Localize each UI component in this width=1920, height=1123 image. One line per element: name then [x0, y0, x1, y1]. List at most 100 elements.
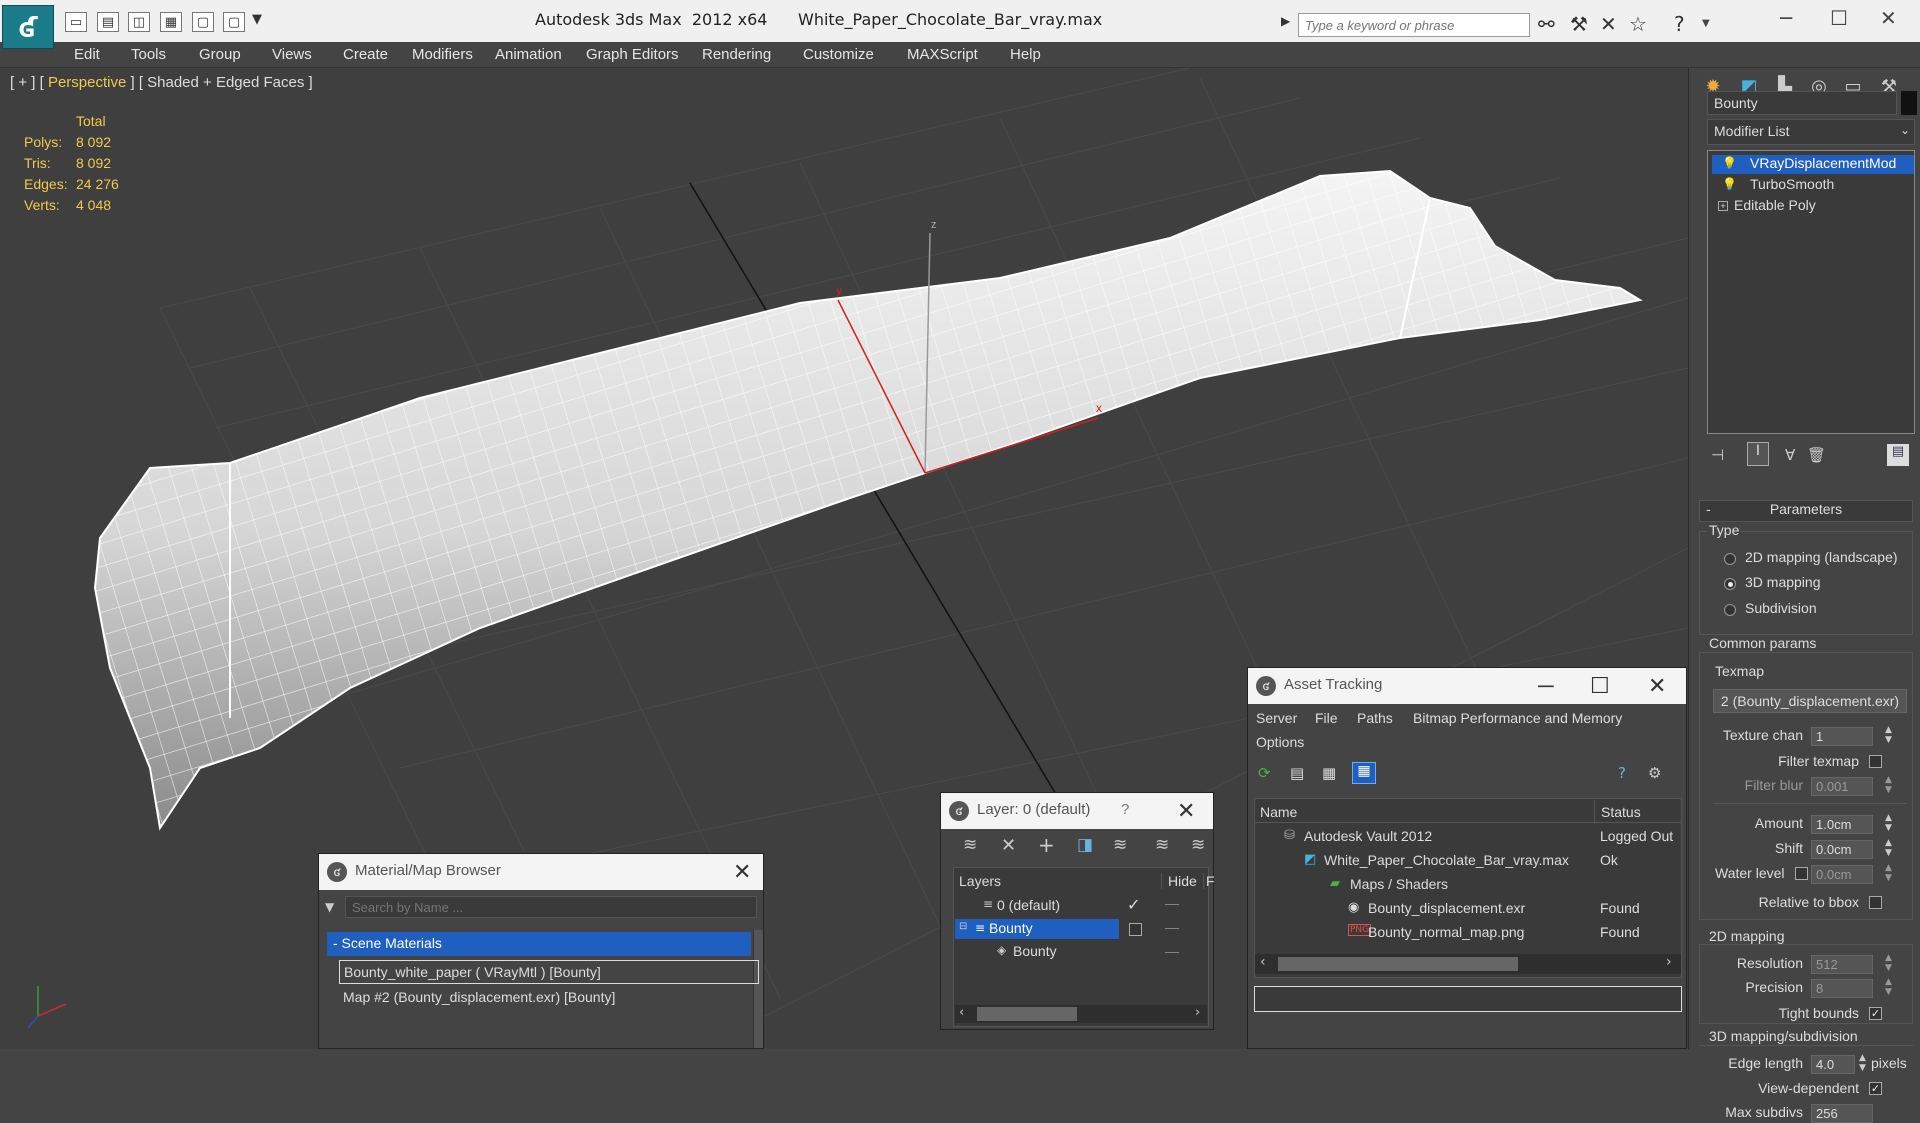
menu-edit[interactable]: Edit: [74, 46, 100, 63]
object-row-bounty[interactable]: Bounty: [1013, 943, 1057, 959]
configure-modifier-sets-icon[interactable]: ▤: [1887, 444, 1909, 466]
lightbulb-icon[interactable]: 💡: [1722, 177, 1737, 191]
close-icon[interactable]: ✕: [1177, 798, 1195, 824]
asset-tracking-titlebar[interactable]: ʛ Asset Tracking ─ ☐ ✕: [1248, 668, 1686, 704]
freeze-all-icon[interactable]: ≋: [1191, 835, 1205, 855]
asset-row-maps-shaders[interactable]: Maps / Shaders: [1350, 876, 1448, 892]
search-input[interactable]: [1298, 13, 1530, 37]
spinner-arrows-icon[interactable]: ▲ ▼: [1885, 775, 1892, 795]
communication-icon[interactable]: ✕: [1600, 12, 1617, 36]
option-subdivision-label[interactable]: Subdivision: [1745, 600, 1817, 616]
menu-graph-editors[interactable]: Graph Editors: [586, 46, 679, 63]
settings-help-icon[interactable]: ⚙: [1648, 764, 1661, 782]
binoculars-icon[interactable]: ⚯: [1538, 12, 1555, 36]
menu-animation[interactable]: Animation: [495, 46, 562, 63]
scrollbar-thumb[interactable]: [1278, 957, 1518, 971]
texmap-button[interactable]: 2 (Bounty_displacement.exr): [1713, 689, 1907, 713]
asset-row-normal-map-png[interactable]: Bounty_normal_map.png: [1368, 924, 1524, 940]
remove-modifier-icon[interactable]: 🗑: [1807, 446, 1826, 464]
material-browser-titlebar[interactable]: ʛ Material/Map Browser ✕: [319, 854, 763, 890]
select-objects-icon[interactable]: ◨: [1077, 835, 1093, 855]
asset-status-column-header[interactable]: Status: [1594, 800, 1641, 824]
stack-item-editable-poly[interactable]: + Editable Poly: [1712, 197, 1914, 216]
viewport-view-name[interactable]: Perspective: [48, 74, 126, 91]
tree-view-icon[interactable]: ▦: [1322, 764, 1336, 782]
asset-menu-server[interactable]: Server: [1256, 710, 1297, 726]
menu-group[interactable]: Group: [199, 46, 241, 63]
stack-item-turbosmooth[interactable]: 💡 TurboSmooth: [1712, 176, 1914, 195]
help-icon[interactable]: ?: [1674, 12, 1685, 36]
quick-access-dropdown-icon[interactable]: ▼: [252, 12, 262, 27]
hide-column-header[interactable]: Hide: [1161, 873, 1203, 889]
stack-item-vraydisplacementmod[interactable]: 💡 VRayDisplacementMod: [1712, 155, 1914, 174]
save-file-icon[interactable]: ◫: [128, 12, 150, 32]
asset-row-max-file[interactable]: White_Paper_Chocolate_Bar_vray.max: [1324, 852, 1569, 868]
viewport-label[interactable]: [ + ] [ Perspective ] [ Shaded + Edged F…: [10, 74, 313, 91]
app-logo-icon[interactable]: ʛ: [2, 5, 54, 49]
lightbulb-icon[interactable]: 💡: [1722, 156, 1737, 170]
relative-bbox-checkbox[interactable]: [1869, 896, 1882, 909]
spinner-arrows-icon[interactable]: ▲ ▼: [1885, 977, 1892, 997]
refresh-icon[interactable]: ⟳: [1258, 764, 1271, 782]
scroll-right-icon[interactable]: ›: [1666, 954, 1672, 970]
asset-path-field[interactable]: [1254, 986, 1682, 1012]
object-name-field[interactable]: [1707, 91, 1897, 115]
water-level-spinner[interactable]: 0.0cm: [1811, 865, 1873, 884]
precision-spinner[interactable]: 8: [1811, 979, 1873, 998]
open-file-icon[interactable]: ▤: [97, 12, 119, 32]
max-subdivs-spinner[interactable]: 256: [1811, 1104, 1873, 1123]
menu-maxscript[interactable]: MAXScript: [907, 46, 978, 63]
hide-toggle[interactable]: —: [1165, 895, 1179, 911]
expand-plus-icon[interactable]: +: [1718, 201, 1728, 211]
spinner-arrows-icon[interactable]: ▲ ▼: [1885, 838, 1892, 858]
shift-spinner[interactable]: 0.0cm: [1811, 840, 1873, 859]
close-icon[interactable]: ✕: [1880, 6, 1897, 30]
delete-layer-icon[interactable]: ✕: [1001, 835, 1016, 856]
filter-blur-spinner[interactable]: 0.001: [1811, 777, 1873, 796]
filter-texmap-checkbox[interactable]: [1869, 755, 1882, 768]
hide-toggle[interactable]: —: [1165, 943, 1179, 959]
radio-3d-mapping[interactable]: [1724, 578, 1736, 590]
active-layer-checkmark-icon[interactable]: ✓: [1127, 895, 1140, 915]
option-2d-mapping-label[interactable]: 2D mapping (landscape): [1745, 549, 1898, 565]
menu-rendering[interactable]: Rendering: [702, 46, 771, 63]
help-icon[interactable]: ?: [1618, 764, 1626, 782]
viewport-shading-mode[interactable]: ] [ Shaded + Edged Faces ]: [126, 74, 312, 91]
material-item-bounty-white-paper[interactable]: Bounty_white_paper ( VRayMtl ) [Bounty]: [339, 960, 759, 984]
close-icon[interactable]: ✕: [733, 859, 751, 885]
layers-column-header[interactable]: Layers: [959, 873, 1001, 889]
undo-icon[interactable]: ▦: [160, 12, 182, 32]
texture-chan-spinner[interactable]: 1: [1811, 727, 1873, 746]
option-3d-mapping-label[interactable]: 3D mapping: [1745, 574, 1821, 590]
object-color-swatch[interactable]: [1901, 91, 1917, 115]
search-expand-icon[interactable]: ▶: [1281, 14, 1290, 28]
tight-bounds-checkbox[interactable]: ✓: [1869, 1007, 1882, 1020]
modifier-list-dropdown[interactable]: Modifier List ⌄: [1707, 119, 1915, 145]
create-layer-icon[interactable]: ≋: [963, 835, 977, 855]
spinner-arrows-icon[interactable]: ▲ ▼: [1885, 863, 1892, 883]
new-file-icon[interactable]: ▭: [65, 12, 87, 32]
scrollbar-thumb[interactable]: [977, 1007, 1077, 1021]
list-view-icon[interactable]: ▤: [1290, 764, 1304, 782]
asset-menu-bitmap-performance[interactable]: Bitmap Performance and Memory: [1413, 710, 1622, 726]
asset-menu-options[interactable]: Options: [1256, 734, 1304, 750]
make-unique-icon[interactable]: ∀: [1785, 446, 1795, 464]
menu-tools[interactable]: Tools: [131, 46, 166, 63]
layer-row-bounty[interactable]: Bounty: [989, 920, 1033, 936]
resolution-spinner[interactable]: 512: [1811, 955, 1873, 974]
asset-name-column-header[interactable]: Name: [1260, 804, 1297, 820]
close-icon[interactable]: ✕: [1648, 673, 1666, 699]
freeze-column-header[interactable]: F: [1203, 873, 1215, 889]
show-end-result-icon[interactable]: I: [1747, 442, 1769, 466]
view-dependent-checkbox[interactable]: ✓: [1869, 1082, 1882, 1095]
menu-modifiers[interactable]: Modifiers: [412, 46, 473, 63]
minimize-icon[interactable]: ─: [1780, 6, 1792, 30]
menu-views[interactable]: Views: [272, 46, 312, 63]
spinner-arrows-icon[interactable]: ▲ ▼: [1859, 1053, 1866, 1073]
radio-subdivision[interactable]: [1724, 604, 1736, 616]
favorites-icon[interactable]: ☆: [1629, 12, 1647, 36]
redo-icon[interactable]: ▢: [192, 12, 214, 32]
asset-menu-paths[interactable]: Paths: [1357, 710, 1393, 726]
parameters-rollout-header[interactable]: - Parameters: [1699, 500, 1913, 522]
table-view-icon[interactable]: ▦: [1352, 762, 1376, 784]
